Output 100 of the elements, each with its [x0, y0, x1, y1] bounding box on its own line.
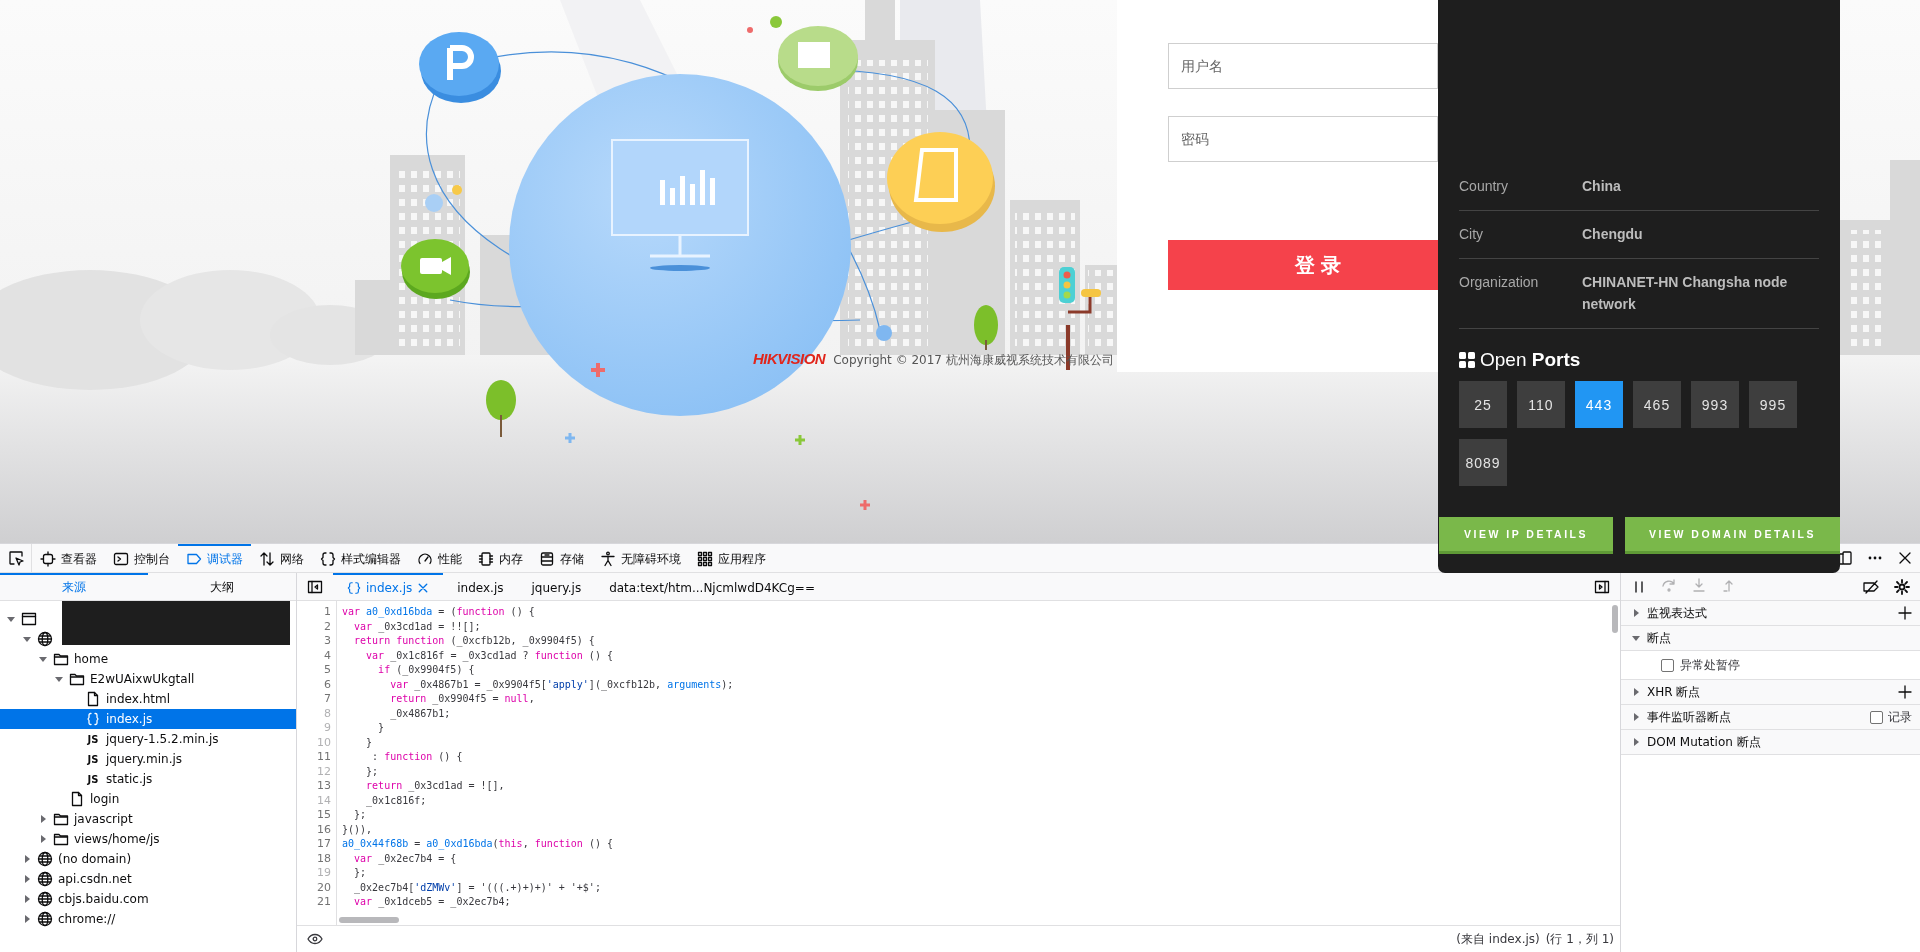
braces-icon [320, 551, 336, 567]
login-button[interactable]: 登 录 [1168, 240, 1438, 290]
tree-item[interactable]: javascript [0, 809, 296, 829]
sidebar-section-header[interactable]: 事件监听器断点 记录 [1621, 705, 1920, 730]
tree-item[interactable]: JS jquery-1.5.2.min.js [0, 729, 296, 749]
tree-item-label[interactable]: index.html [106, 692, 170, 706]
section-title[interactable]: 断点 [1647, 629, 1671, 647]
editor-tab[interactable]: data:text/htm...NjcmlwdD4KCg== [595, 573, 829, 600]
tree-item[interactable]: home [0, 649, 296, 669]
port-badge[interactable]: 8089 [1459, 439, 1507, 486]
tree-item[interactable]: JS static.js [0, 769, 296, 789]
tree-item[interactable]: chrome:// [0, 909, 296, 929]
add-icon[interactable] [1898, 685, 1912, 699]
code-line: return _0x3cd1ad = ![], [365, 779, 506, 794]
collapsed-arrow-icon[interactable] [1631, 687, 1641, 697]
tree-item-label[interactable]: chrome:// [58, 912, 116, 926]
code-line: : function () { [371, 750, 464, 764]
checkbox-label[interactable]: 异常处暂停 [1680, 656, 1740, 674]
line-number: 17 [316, 837, 331, 852]
editor-tab[interactable]: index.js [443, 573, 518, 600]
collapsed-arrow-icon[interactable] [38, 834, 48, 844]
code-line: _0x4867b1; [389, 706, 452, 721]
password-field[interactable]: 密码 [1168, 116, 1438, 162]
tree-item-label[interactable]: javascript [74, 812, 133, 826]
collapsed-arrow-icon[interactable] [1631, 712, 1641, 722]
section-title[interactable]: XHR 断点 [1647, 683, 1701, 701]
expanded-arrow-icon[interactable] [54, 674, 64, 684]
port-badge[interactable]: 993 [1691, 381, 1739, 428]
tree-item-label[interactable]: (no domain) [58, 852, 132, 866]
tree-item[interactable]: E2wUAixwUkgtall [0, 669, 296, 689]
expanded-arrow-icon[interactable] [22, 634, 32, 644]
tree-item-label[interactable]: login [90, 792, 120, 806]
sidebar-section-header[interactable]: 监视表达式 [1621, 601, 1920, 626]
eye-icon[interactable] [307, 931, 323, 947]
devtools-tab[interactable]: 控制台 [105, 544, 178, 572]
tree-item[interactable]: login [0, 789, 296, 809]
editor-tab[interactable]: index.js [333, 573, 444, 600]
expanded-arrow-icon[interactable] [38, 654, 48, 664]
sidebar-section-header[interactable]: 断点 [1621, 626, 1920, 651]
tree-item-label[interactable]: jquery-1.5.2.min.js [106, 732, 219, 746]
devtools-tab[interactable]: 应用程序 [689, 544, 774, 572]
devtools-tab[interactable]: 查看器 [32, 544, 105, 572]
port-badge[interactable]: 995 [1749, 381, 1797, 428]
devtools-tab[interactable]: 内存 [470, 544, 531, 572]
sidebar-toggle-icon[interactable] [1594, 578, 1610, 595]
devtools-tab[interactable]: 网络 [251, 544, 312, 572]
tree-item[interactable]: JS jquery.min.js [0, 749, 296, 769]
sidebar-section-header[interactable]: DOM Mutation 断点 [1621, 730, 1920, 755]
section-title[interactable]: 监视表达式 [1647, 604, 1707, 622]
sidebar-toggle-icon[interactable] [307, 578, 323, 595]
add-icon[interactable] [1898, 606, 1912, 620]
editor-tab[interactable]: jquery.js [517, 573, 596, 600]
checkbox[interactable] [1661, 658, 1674, 672]
tree-item-label[interactable]: jquery.min.js [106, 752, 183, 766]
collapsed-arrow-icon[interactable] [1631, 608, 1641, 618]
tree-item-label[interactable]: E2wUAixwUkgtall [90, 672, 195, 686]
tree-item[interactable]: index.js [0, 709, 296, 729]
devtools-tab[interactable]: 性能 [409, 544, 470, 572]
tree-item-label[interactable]: views/home/js [74, 832, 160, 846]
deactivate-breakpoints-icon[interactable] [1862, 578, 1880, 595]
collapsed-arrow-icon[interactable] [22, 854, 32, 864]
source-origin-text[interactable]: (来自 index.js) [1456, 930, 1540, 948]
expanded-arrow-icon[interactable] [1631, 633, 1641, 643]
collapsed-arrow-icon[interactable] [38, 814, 48, 824]
tree-item-label[interactable]: cbjs.baidu.com [58, 892, 149, 906]
devtools-tab[interactable]: 存储 [531, 544, 592, 572]
sidebar-section-header[interactable]: XHR 断点 [1621, 680, 1920, 705]
collapsed-arrow-icon[interactable] [1631, 737, 1641, 747]
username-field[interactable]: 用户名 [1168, 43, 1438, 89]
element-picker-icon[interactable] [7, 550, 24, 566]
tree-item[interactable]: (no domain) [0, 849, 296, 869]
tree-item-label[interactable]: index.js [106, 712, 153, 726]
tree-item[interactable]: cbjs.baidu.com [0, 889, 296, 909]
port-badge[interactable]: 110 [1517, 381, 1565, 428]
scrollbar-thumb[interactable] [1612, 605, 1618, 633]
source-panel-tab[interactable]: 大纲 [148, 573, 296, 600]
tree-item-label[interactable]: api.csdn.net [58, 872, 132, 886]
devtools-tab[interactable]: 无障碍环境 [592, 544, 689, 572]
port-badge[interactable]: 25 [1459, 381, 1507, 428]
settings-icon[interactable] [1894, 578, 1910, 595]
section-title[interactable]: DOM Mutation 断点 [1647, 733, 1761, 751]
tree-item[interactable]: views/home/js [0, 829, 296, 849]
scrollbar-thumb[interactable] [339, 917, 399, 923]
tree-item[interactable]: api.csdn.net [0, 869, 296, 889]
expanded-arrow-icon[interactable] [6, 614, 16, 624]
tree-item[interactable]: index.html [0, 689, 296, 709]
collapsed-arrow-icon[interactable] [22, 874, 32, 884]
collapsed-arrow-icon[interactable] [22, 894, 32, 904]
checkbox-label[interactable]: 记录 [1888, 708, 1912, 726]
collapsed-arrow-icon[interactable] [22, 914, 32, 924]
tree-item-label[interactable]: static.js [106, 772, 153, 786]
devtools-tab[interactable]: 样式编辑器 [312, 544, 409, 572]
line-number: 14 [316, 793, 331, 808]
checkbox[interactable] [1870, 710, 1883, 724]
section-title[interactable]: 事件监听器断点 [1647, 708, 1731, 726]
detail-value: China [1582, 177, 1621, 196]
port-badge[interactable]: 465 [1633, 381, 1681, 428]
line-number: 15 [316, 808, 331, 823]
close-icon[interactable] [1897, 550, 1913, 566]
tree-item-label[interactable]: home [74, 652, 109, 666]
